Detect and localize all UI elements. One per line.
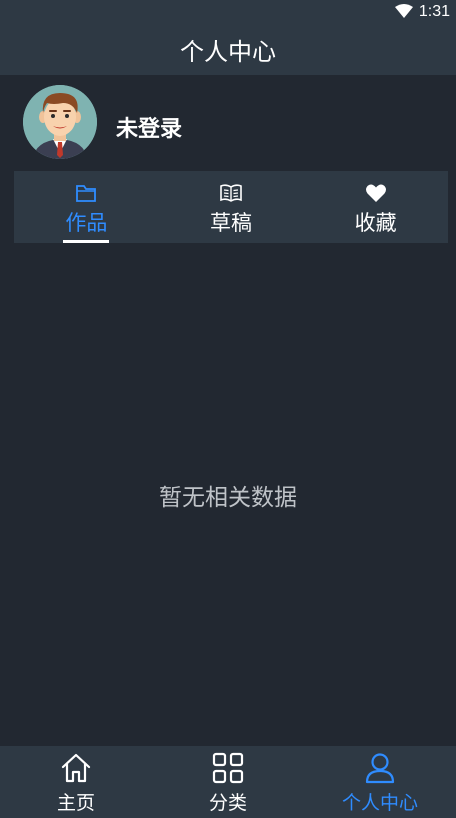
tab-favorites[interactable]: 收藏 — [303, 171, 448, 243]
page-title: 个人中心 — [180, 38, 276, 66]
app-header: 个人中心 — [0, 24, 456, 75]
profile-section[interactable]: 未登录 — [0, 75, 456, 171]
bottom-nav: 主页 分类 个人中心 — [0, 746, 456, 818]
open-book-icon — [220, 182, 242, 204]
nav-category[interactable]: 分类 — [152, 746, 304, 818]
wifi-icon — [394, 3, 413, 22]
tab-works-label: 作品 — [65, 211, 108, 235]
nav-home[interactable]: 主页 — [0, 746, 152, 818]
user-icon — [364, 752, 396, 784]
username-label[interactable]: 未登录 — [116, 111, 182, 143]
profile-tabs: 作品 草稿 收藏 — [14, 171, 448, 243]
avatar[interactable] — [23, 85, 97, 159]
status-bar: 1:31 — [0, 0, 456, 24]
folder-icon — [75, 182, 97, 204]
nav-profile-label: 个人中心 — [341, 792, 418, 814]
nav-home-label: 主页 — [56, 792, 95, 814]
active-tab-indicator — [63, 240, 110, 243]
avatar-cartoon-man-icon — [23, 85, 97, 159]
status-time: 1:31 — [418, 3, 450, 20]
heart-icon — [365, 182, 387, 204]
home-icon — [60, 752, 92, 784]
nav-category-label: 分类 — [208, 792, 247, 814]
tab-drafts[interactable]: 草稿 — [159, 171, 304, 243]
tab-works[interactable]: 作品 — [14, 171, 159, 243]
tab-favorites-label: 收藏 — [354, 211, 397, 235]
empty-state-message: 暂无相关数据 — [159, 485, 297, 511]
grid-icon — [212, 752, 244, 784]
nav-profile[interactable]: 个人中心 — [304, 746, 456, 818]
status-right: 1:31 — [394, 0, 450, 24]
tab-drafts-label: 草稿 — [210, 211, 252, 235]
